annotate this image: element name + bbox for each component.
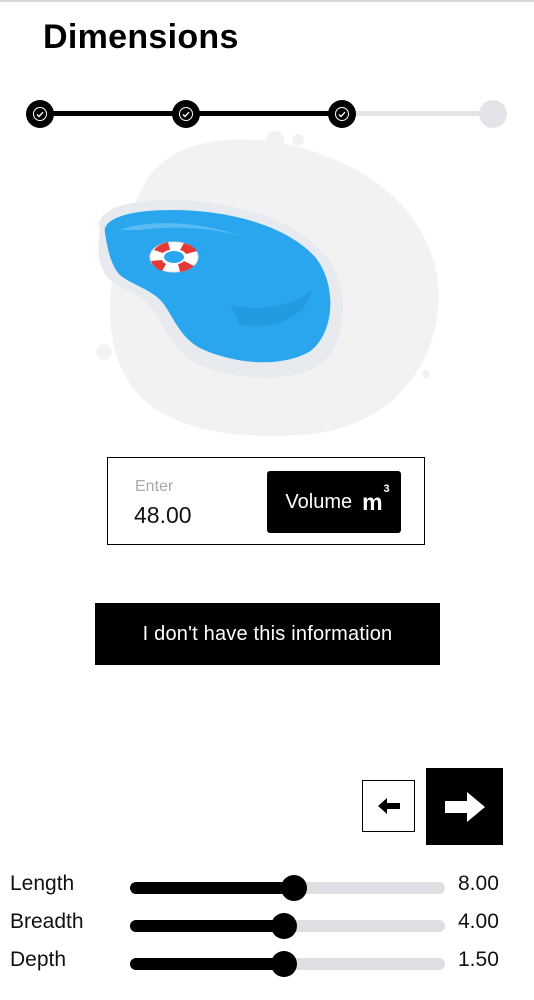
life-ring — [149, 241, 199, 273]
volume-unit-label: Volume — [285, 490, 353, 513]
no-information-button[interactable]: I don't have this information — [95, 603, 440, 665]
arrow-right-icon — [444, 791, 485, 822]
check-icon — [36, 111, 44, 118]
next-button[interactable] — [426, 768, 503, 845]
breadth-slider-fill — [130, 920, 285, 932]
depth-slider-fill — [130, 958, 285, 970]
stepper-track-remaining — [342, 111, 494, 116]
depth-label: Depth — [10, 948, 67, 971]
breadth-slider-row: Breadth 4.00 — [0, 906, 534, 942]
depth-slider-thumb[interactable] — [271, 951, 298, 977]
breadth-slider-thumb[interactable] — [271, 913, 298, 939]
depth-slider-row: Depth 1.50 — [0, 944, 534, 980]
progress-stepper — [0, 96, 534, 132]
cubic-meter-symbol: m3 — [362, 482, 390, 515]
depth-slider[interactable] — [130, 951, 445, 977]
check-icon — [338, 111, 346, 118]
volume-placeholder: Enter — [135, 478, 174, 495]
step-4-pending[interactable] — [479, 100, 507, 128]
pool-illustration — [96, 131, 439, 436]
length-label: Length — [10, 872, 75, 895]
breadth-value: 4.00 — [458, 910, 499, 933]
length-slider-row: Length 8.00 — [0, 868, 534, 904]
check-icon — [182, 111, 190, 118]
back-button[interactable] — [362, 780, 415, 832]
step-2-complete[interactable] — [172, 100, 200, 128]
length-slider-thumb[interactable] — [280, 875, 307, 901]
volume-input-box[interactable]: Enter 48.00 Volume m3 — [107, 457, 425, 545]
volume-field[interactable]: 48.00 — [134, 502, 192, 529]
breadth-label: Breadth — [10, 910, 84, 933]
depth-value: 1.50 — [458, 948, 499, 971]
length-slider-fill — [130, 882, 294, 894]
step-3-complete[interactable] — [328, 100, 356, 128]
length-slider[interactable] — [130, 875, 445, 901]
length-value: 8.00 — [458, 872, 499, 895]
arrow-left-icon — [377, 798, 400, 814]
volume-unit-button[interactable]: Volume m3 — [267, 471, 401, 533]
page-title: Dimensions — [43, 18, 239, 56]
step-1-complete[interactable] — [26, 100, 54, 128]
breadth-slider[interactable] — [130, 913, 445, 939]
top-divider — [0, 0, 534, 2]
